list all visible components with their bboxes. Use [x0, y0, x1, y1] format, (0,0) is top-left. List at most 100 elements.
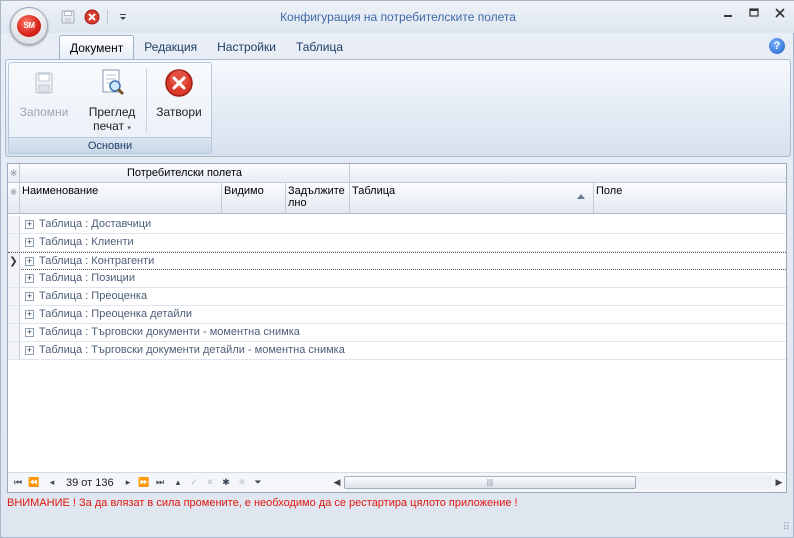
- group-row[interactable]: + Таблица : Позиции: [8, 270, 786, 288]
- row-indicator[interactable]: [8, 270, 20, 287]
- close-icon: [163, 67, 195, 99]
- group-row-label: Таблица : Търговски документи - моментна…: [39, 326, 300, 338]
- close-icon: [775, 8, 785, 18]
- expand-icon[interactable]: +: [25, 346, 34, 355]
- expand-icon[interactable]: +: [25, 238, 34, 247]
- app-logo: SM: [17, 15, 41, 37]
- help-button[interactable]: ?: [769, 38, 785, 54]
- next-page-icon[interactable]: ⏩: [138, 476, 150, 488]
- ribbon-panel: Запомни Преглед печат ▾ Затвори Основни: [5, 59, 791, 157]
- print-preview-label: Преглед печат ▾: [81, 105, 143, 136]
- help-icon: ?: [773, 40, 781, 52]
- sort-ascending-icon: [577, 194, 585, 199]
- group-row[interactable]: + Таблица : Доставчици: [8, 216, 786, 234]
- cancel-edit-icon[interactable]: ✕: [204, 476, 216, 488]
- asterisk-icon[interactable]: ✱: [220, 476, 232, 488]
- group-row[interactable]: + Таблица : Търговски документи - момент…: [8, 324, 786, 342]
- maximize-button[interactable]: [747, 7, 761, 23]
- expand-icon[interactable]: +: [25, 310, 34, 319]
- column-header-table[interactable]: Таблица: [350, 183, 594, 213]
- tab-settings[interactable]: Настройки: [207, 35, 286, 59]
- save-button[interactable]: Запомни: [13, 67, 75, 137]
- refresh-icon[interactable]: ✳: [236, 476, 248, 488]
- print-preview-label-line2: печат: [93, 119, 125, 133]
- group-row[interactable]: + Таблица : Преоценка детайли: [8, 306, 786, 324]
- scroll-thumb[interactable]: |||: [344, 476, 636, 489]
- row-indicator[interactable]: [8, 288, 20, 305]
- expand-icon[interactable]: +: [25, 274, 34, 283]
- previous-page-icon[interactable]: ⏪: [28, 476, 40, 488]
- group-row[interactable]: + Таблица : Преоценка: [8, 288, 786, 306]
- band-corner: ※: [8, 164, 20, 182]
- record-position: 39 от 136: [66, 477, 114, 489]
- close-label: Затвори: [156, 105, 202, 119]
- close-button[interactable]: Затвори: [149, 67, 209, 137]
- group-row-label: Таблица : Доставчици: [39, 218, 152, 230]
- group-row-label: Таблица : Клиенти: [39, 236, 134, 248]
- horizontal-scrollbar[interactable]: ◀ ||| ▶: [330, 475, 786, 490]
- scroll-right-icon[interactable]: ▶: [772, 475, 786, 490]
- scroll-track[interactable]: |||: [344, 476, 772, 489]
- tab-table[interactable]: Таблица: [286, 35, 353, 59]
- grid-rows: + Таблица : Доставчици + Таблица : Клиен…: [8, 216, 786, 360]
- expand-icon[interactable]: +: [25, 328, 34, 337]
- scroll-left-icon[interactable]: ◀: [330, 475, 344, 490]
- append-record-icon[interactable]: ▴: [172, 476, 184, 488]
- group-row-label: Таблица : Позиции: [39, 272, 135, 284]
- group-row[interactable]: + Таблица : Клиенти: [8, 234, 786, 252]
- column-header-field[interactable]: Поле: [594, 183, 786, 213]
- previous-record-icon[interactable]: ◂: [46, 476, 58, 488]
- expand-icon[interactable]: +: [25, 257, 34, 266]
- custom-fields-grid[interactable]: ※ Потребителски полета ※ Наименование Ви…: [7, 163, 787, 493]
- ribbon-group-main: Запомни Преглед печат ▾ Затвори Основни: [8, 62, 212, 154]
- row-indicator[interactable]: [8, 342, 20, 359]
- title-bar: Конфигурация на потребителските полета: [1, 1, 794, 33]
- expand-icon[interactable]: +: [25, 220, 34, 229]
- header-corner[interactable]: ※: [8, 183, 20, 213]
- expand-icon[interactable]: +: [25, 292, 34, 301]
- first-record-icon[interactable]: ⏮: [12, 476, 24, 488]
- group-row-current[interactable]: ❯ + Таблица : Контрагенти: [8, 252, 786, 270]
- group-separator: [146, 69, 147, 133]
- filter-icon[interactable]: ⏷: [252, 476, 264, 488]
- row-indicator[interactable]: [8, 324, 20, 341]
- group-row[interactable]: + Таблица : Търговски документи детайли …: [8, 342, 786, 360]
- print-preview-label-line1: Преглед: [88, 105, 136, 119]
- column-header-name[interactable]: Наименование: [20, 183, 222, 213]
- print-preview-button[interactable]: Преглед печат ▾: [81, 67, 143, 137]
- group-row-label: Таблица : Преоценка детайли: [39, 308, 193, 320]
- maximize-icon: [749, 8, 759, 17]
- band-header[interactable]: Потребителски полета: [20, 164, 350, 182]
- grid-navigator: ⏮ ⏪ ◂ 39 от 136 ▸ ⏩ ⏭ ▴ ✓ ✕ ✱ ✳ ⏷ ◀ ||| …: [8, 472, 786, 492]
- row-indicator[interactable]: [8, 216, 20, 233]
- print-preview-icon: [96, 67, 128, 99]
- restart-warning: ВНИМАНИЕ ! За да влязат в сила промените…: [7, 497, 518, 509]
- minimize-button[interactable]: [721, 7, 735, 23]
- tab-edit[interactable]: Редакция: [134, 35, 207, 59]
- tab-document[interactable]: Документ: [59, 35, 135, 59]
- resize-grip-icon[interactable]: ⠿: [783, 522, 790, 533]
- group-row-label: Таблица : Контрагенти: [39, 255, 155, 267]
- band-header-row: ※ Потребителски полета: [8, 164, 786, 183]
- group-row-label: Таблица : Търговски документи детайли - …: [39, 344, 345, 356]
- edit-record-icon[interactable]: ✓: [188, 476, 200, 488]
- ribbon-tabs: Документ Редакция Настройки Таблица: [59, 35, 353, 59]
- minimize-icon: [724, 15, 732, 17]
- save-label: Запомни: [19, 105, 69, 119]
- chevron-down-icon: ▾: [127, 125, 131, 132]
- close-window-button[interactable]: [773, 7, 787, 23]
- application-menu-button[interactable]: SM: [10, 7, 48, 45]
- next-record-icon[interactable]: ▸: [122, 476, 134, 488]
- row-indicator[interactable]: [8, 234, 20, 251]
- column-header-row: ※ Наименование Видимо Задължите лно Табл…: [8, 183, 786, 214]
- app-window: Конфигурация на потребителските полета S…: [0, 0, 794, 538]
- last-record-icon[interactable]: ⏭: [154, 476, 166, 488]
- window-controls: [721, 7, 787, 23]
- column-header-visible[interactable]: Видимо: [222, 183, 286, 213]
- column-header-required[interactable]: Задължите лно: [286, 183, 350, 213]
- current-row-indicator-icon[interactable]: ❯: [8, 253, 20, 270]
- group-row-label: Таблица : Преоценка: [39, 290, 148, 302]
- ribbon-group-label: Основни: [9, 137, 211, 153]
- window-title: Конфигурация на потребителските полета: [280, 10, 516, 24]
- row-indicator[interactable]: [8, 306, 20, 323]
